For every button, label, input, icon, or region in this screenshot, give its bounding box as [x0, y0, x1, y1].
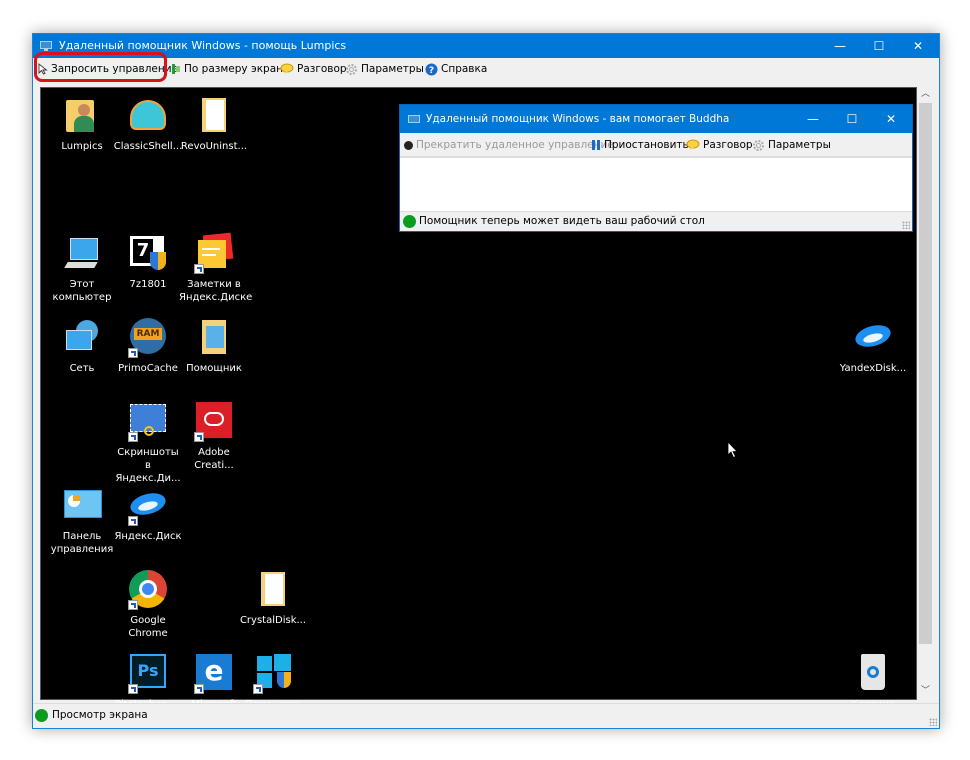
desktop-icon-crystaldisk[interactable]: CrystalDisk... [238, 570, 308, 627]
screenshot-icon [128, 402, 168, 442]
chat-bubble-icon [686, 139, 700, 150]
resize-grip[interactable] [929, 718, 937, 726]
yandex-disk-icon [128, 486, 168, 526]
network-icon [62, 318, 102, 358]
status-green-dot-icon [403, 215, 416, 228]
status-text: Просмотр экрана [52, 709, 148, 721]
desktop-icon-this-pc[interactable]: Этот компьютер [47, 234, 117, 304]
inner-toolbar: Прекратить удаленное управление Приостан… [400, 133, 912, 158]
inner-status-bar: Помощник теперь может видеть ваш рабочий… [400, 211, 912, 231]
inner-window-title: Удаленный помощник Windows - вам помогае… [426, 113, 730, 125]
ram-icon: RAM [128, 318, 168, 358]
mouse-cursor-icon [727, 441, 738, 459]
pause-button[interactable]: Приостановить [592, 137, 689, 153]
cursor-icon [38, 63, 48, 75]
photoshop-icon: Ps [128, 654, 168, 694]
desktop-icon-control-panel[interactable]: Панель управления [47, 486, 117, 556]
desktop-icon-yandex-disk[interactable]: Яндекс.Диск [113, 486, 183, 543]
control-panel-icon [62, 486, 102, 526]
status-green-dot-icon [35, 709, 48, 722]
toolbar: Запросить управление По размеру экрана Р… [33, 52, 939, 82]
desktop-icon-helper-folder[interactable]: Помощник [179, 318, 249, 375]
desktop-icon-adobe-cc[interactable]: Adobe Creati... [179, 402, 249, 472]
stop-control-button[interactable]: Прекратить удаленное управление [404, 137, 614, 153]
scroll-up-arrow-icon[interactable]: ︿ [917, 87, 934, 101]
title-bar: Удаленный помощник Windows - помощь Lump… [33, 34, 939, 58]
inner-minimize-button[interactable]: — [796, 105, 830, 133]
svg-text:?: ? [429, 66, 434, 76]
chrome-icon [128, 570, 168, 610]
help-button[interactable]: ? Справка [425, 61, 487, 77]
yandex-disk-icon [853, 318, 893, 358]
inner-remote-assistance-window: Удаленный помощник Windows - вам помогае… [399, 104, 913, 232]
inner-status-text: Помощник теперь может видеть ваш рабочий… [419, 215, 705, 227]
desktop-icon-notes-yandex[interactable]: Заметки в Яндекс.Диске [179, 232, 252, 304]
remote-assistance-window: Удаленный помощник Windows - помощь Lump… [32, 33, 940, 729]
desktop-icon-primocache[interactable]: RAM PrimoCache [113, 318, 183, 375]
vertical-scrollbar[interactable]: ︿ ﹀ [917, 87, 934, 698]
desktop-icon-yandexdisk-right[interactable]: YandexDisk... [838, 318, 908, 375]
window-title: Удаленный помощник Windows - помощь Lump… [59, 39, 347, 52]
desktop-icon-lumpics[interactable]: Lumpics [47, 96, 117, 153]
settings-button[interactable]: Параметры [345, 61, 424, 77]
chat-button[interactable]: Разговор [280, 61, 347, 77]
recycle-bin-icon [853, 654, 893, 694]
inner-maximize-button[interactable]: ☐ [835, 105, 869, 133]
scroll-down-arrow-icon[interactable]: ﹀ [917, 684, 934, 698]
user-folder-icon [62, 96, 102, 136]
desktop-icon-network[interactable]: Сеть [47, 318, 117, 375]
inner-title-bar: Удаленный помощник Windows - вам помогае… [400, 105, 912, 133]
gear-icon [753, 139, 764, 151]
resize-grip[interactable] [902, 221, 910, 229]
minimize-button[interactable]: — [823, 34, 857, 58]
shell-icon [128, 96, 168, 136]
help-icon: ? [425, 63, 438, 76]
maximize-button[interactable]: ☐ [862, 34, 896, 58]
request-control-button[interactable]: Запросить управление [38, 61, 178, 77]
desktop-icon-revouninst[interactable]: RevoUninst... [179, 96, 249, 153]
inner-settings-button[interactable]: Параметры [752, 137, 831, 153]
fit-screen-icon [172, 64, 180, 74]
remote-assistance-icon [408, 115, 420, 123]
desktop-icon-classicshell[interactable]: ClassicShell... [113, 96, 183, 153]
creative-cloud-icon [194, 402, 234, 442]
folder-icon [253, 570, 293, 610]
desktop-icon-google-chrome[interactable]: Google Chrome [113, 570, 183, 640]
notes-icon [194, 232, 234, 274]
stop-dot-icon [404, 140, 413, 150]
windows-update-icon [253, 654, 293, 694]
scrollbar-thumb[interactable] [919, 103, 932, 644]
pause-icon [592, 140, 595, 150]
gear-icon [346, 63, 357, 75]
fit-to-screen-button[interactable]: По размеру экрана [171, 61, 289, 77]
inner-close-button[interactable]: ✕ [874, 105, 908, 133]
status-bar: Просмотр экрана [33, 703, 939, 728]
close-button[interactable]: ✕ [901, 34, 935, 58]
edge-icon: e [194, 654, 234, 694]
chat-bubble-icon [280, 63, 294, 74]
folder-icon [194, 318, 234, 358]
inner-chat-button[interactable]: Разговор [686, 137, 753, 153]
computer-icon [62, 234, 102, 274]
desktop-icon-screenshots[interactable]: Скриншоты в Яндекс.Ди... [113, 402, 183, 485]
remote-assistance-icon [40, 41, 52, 51]
desktop-icon-7z1801[interactable]: 7 7z1801 [113, 234, 183, 291]
remote-desktop-view[interactable]: Lumpics Этот компьютер Сеть Панель управ… [40, 87, 917, 723]
folder-icon [194, 96, 234, 136]
7zip-installer-icon: 7 [128, 234, 168, 274]
